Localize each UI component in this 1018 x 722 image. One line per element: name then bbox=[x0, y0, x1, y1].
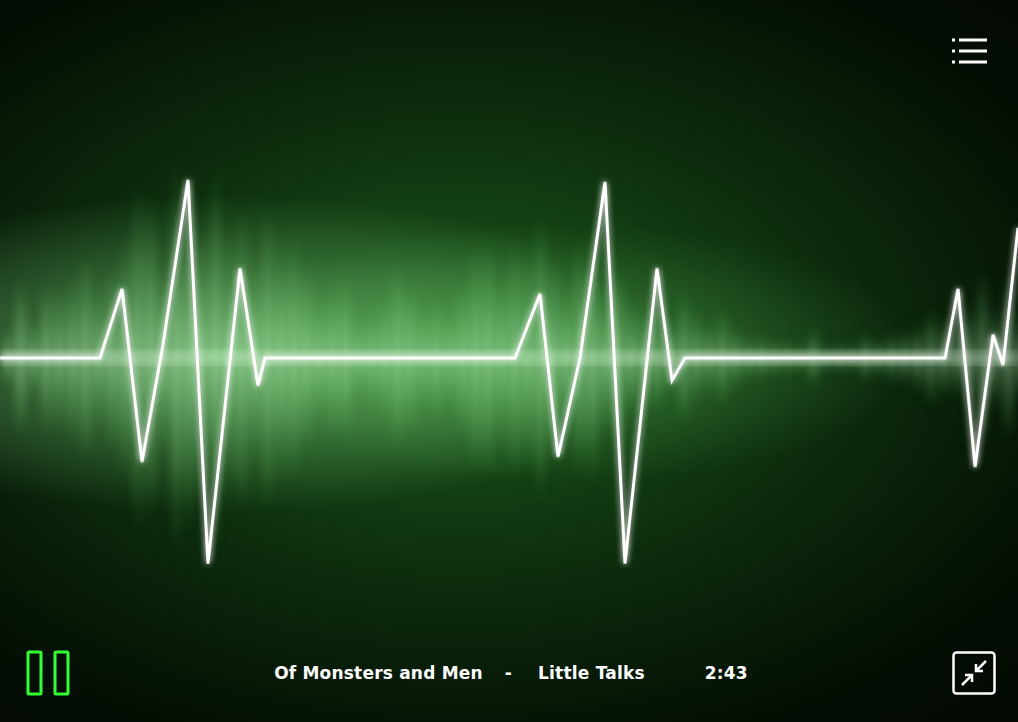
top-bar bbox=[0, 0, 1018, 70]
visualizer bbox=[0, 70, 1018, 650]
pause-icon bbox=[26, 650, 70, 696]
bottom-bar: Of Monsters and Men - Little Talks 2:43 bbox=[0, 650, 1018, 722]
menu-icon bbox=[952, 37, 988, 65]
music-player: Of Monsters and Men - Little Talks 2:43 bbox=[0, 0, 1018, 722]
minimize-button[interactable] bbox=[952, 650, 996, 696]
track-title: Little Talks bbox=[538, 663, 645, 683]
waveform-visualizer bbox=[0, 70, 1018, 650]
menu-button[interactable] bbox=[948, 28, 992, 74]
track-info: Of Monsters and Men - Little Talks 2:43 bbox=[274, 663, 748, 683]
track-separator: - bbox=[505, 663, 512, 683]
track-artist: Of Monsters and Men bbox=[274, 663, 483, 683]
pause-button[interactable] bbox=[26, 650, 70, 696]
minimize-icon bbox=[952, 650, 996, 696]
track-time: 2:43 bbox=[705, 663, 748, 683]
